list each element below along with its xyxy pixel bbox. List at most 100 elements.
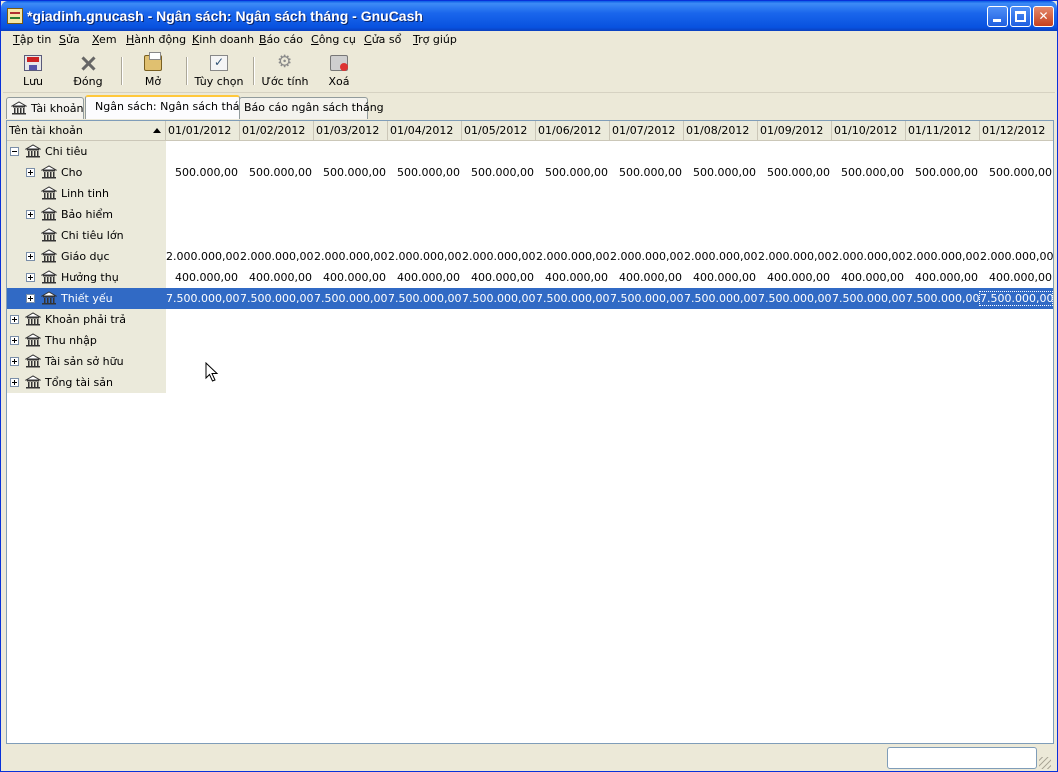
account-row[interactable]: Thu nhập <box>7 330 1053 351</box>
budget-amount-cell[interactable]: 2.000.000,00 <box>462 250 535 263</box>
expand-plus-icon[interactable] <box>26 252 35 261</box>
budget-amount-cell[interactable]: 400.000,00 <box>832 271 904 284</box>
budget-amount-cell[interactable]: 500.000,00 <box>832 166 904 179</box>
budget-amount-cell[interactable]: 2.000.000,00 <box>314 250 387 263</box>
budget-amount-cell[interactable]: 500.000,00 <box>388 166 460 179</box>
column-header-month[interactable]: 01/08/2012 <box>684 121 758 141</box>
budget-amount-cell[interactable]: 400.000,00 <box>758 271 830 284</box>
expand-plus-icon[interactable] <box>26 210 35 219</box>
gnucash-app-icon[interactable] <box>7 8 23 24</box>
budget-amount-cell[interactable]: 400.000,00 <box>240 271 312 284</box>
account-row[interactable]: Linh tinh <box>7 183 1053 204</box>
expand-plus-icon[interactable] <box>10 315 19 324</box>
title-bar[interactable]: *giadinh.gnucash - Ngân sách: Ngân sách … <box>1 1 1057 31</box>
menu-help[interactable]: Trợ giúp <box>413 33 457 46</box>
resize-grip-icon[interactable] <box>1039 757 1051 769</box>
open-button[interactable]: Mở <box>123 52 183 91</box>
menu-business[interactable]: Kinh doanh <box>192 33 254 46</box>
account-row[interactable]: Bảo hiểm <box>7 204 1053 225</box>
budget-amount-cell[interactable]: 2.000.000,00 <box>240 250 313 263</box>
maximize-button[interactable] <box>1010 6 1031 27</box>
budget-amount-cell[interactable]: 500.000,00 <box>684 166 756 179</box>
menu-reports[interactable]: Báo cáo <box>259 33 303 46</box>
budget-amount-cell[interactable]: 7.500.000,00 <box>388 292 461 305</box>
expand-plus-icon[interactable] <box>26 294 35 303</box>
budget-amount-cell[interactable]: 500.000,00 <box>536 166 608 179</box>
budget-amount-cell[interactable]: 7.500.000,00 <box>758 292 831 305</box>
budget-amount-cell[interactable]: 500.000,00 <box>166 166 238 179</box>
budget-amount-cell[interactable]: 2.000.000,00 <box>832 250 905 263</box>
budget-amount-cell[interactable]: 400.000,00 <box>536 271 608 284</box>
budget-amount-cell[interactable]: 2.000.000,00 <box>980 250 1053 263</box>
column-header-month[interactable]: 01/09/2012 <box>758 121 832 141</box>
column-header-month[interactable]: 01/06/2012 <box>536 121 610 141</box>
budget-amount-cell[interactable]: 7.500.000,00 <box>979 291 1053 306</box>
account-row[interactable]: Cho 500.000,00 500.000,00 500.000,00 500.000… <box>7 162 1053 183</box>
budget-tree-view[interactable]: Tên tài khoản 01/01/2012 01/02/2012 01/03/… <box>6 120 1054 744</box>
budget-amount-cell[interactable]: 7.500.000,00 <box>906 292 979 305</box>
menu-windows[interactable]: Cửa sổ <box>364 33 401 46</box>
budget-amount-cell[interactable]: 7.500.000,00 <box>536 292 609 305</box>
budget-amount-cell[interactable]: 500.000,00 <box>462 166 534 179</box>
collapse-minus-icon[interactable] <box>10 147 19 156</box>
budget-amount-cell[interactable]: 400.000,00 <box>462 271 534 284</box>
options-button[interactable]: Tùy chọn <box>189 53 249 91</box>
budget-amount-cell[interactable]: 500.000,00 <box>240 166 312 179</box>
column-header-month[interactable]: 01/02/2012 <box>240 121 314 141</box>
menu-tools[interactable]: Công cụ <box>311 33 356 46</box>
budget-amount-cell[interactable]: 500.000,00 <box>314 166 386 179</box>
expand-plus-icon[interactable] <box>10 357 19 366</box>
budget-amount-cell[interactable]: 2.000.000,00 <box>758 250 831 263</box>
column-header-month[interactable]: 01/04/2012 <box>388 121 462 141</box>
expand-plus-icon[interactable] <box>10 378 19 387</box>
account-row[interactable]: Tổng tài sản <box>7 372 1053 393</box>
budget-amount-cell[interactable]: 400.000,00 <box>980 271 1052 284</box>
account-row[interactable]: Chi tiêu <box>7 141 1053 162</box>
budget-amount-cell[interactable]: 7.500.000,00 <box>462 292 535 305</box>
account-row[interactable]: Hưởng thụ 400.000,00 400.000,00 400.000,00 4… <box>7 267 1053 288</box>
budget-amount-cell[interactable]: 400.000,00 <box>684 271 756 284</box>
budget-amount-cell[interactable]: 400.000,00 <box>388 271 460 284</box>
budget-amount-cell[interactable]: 7.500.000,00 <box>832 292 905 305</box>
save-button[interactable]: Lưu <box>3 53 63 91</box>
budget-amount-cell[interactable]: 2.000.000,00 <box>610 250 683 263</box>
menu-file[interactable]: Tập tin <box>13 33 51 46</box>
account-row[interactable]: Giáo dục 2.000.000,00 2.000.000,00 2.000.00… <box>7 246 1053 267</box>
budget-amount-cell[interactable]: 7.500.000,00 <box>166 292 239 305</box>
minimize-button[interactable] <box>987 6 1008 27</box>
budget-amount-cell[interactable]: 7.500.000,00 <box>314 292 387 305</box>
budget-amount-cell[interactable]: 2.000.000,00 <box>388 250 461 263</box>
delete-button[interactable]: Xoá <box>309 53 369 91</box>
column-header-month[interactable]: 01/01/2012 <box>166 121 240 141</box>
budget-amount-cell[interactable]: 500.000,00 <box>980 166 1052 179</box>
budget-amount-cell[interactable]: 2.000.000,00 <box>166 250 239 263</box>
account-row[interactable]: Tài sản sở hữu <box>7 351 1053 372</box>
expand-plus-icon[interactable] <box>10 336 19 345</box>
tab-budget[interactable]: Ngân sách: Ngân sách tháng <box>85 95 254 119</box>
expand-plus-icon[interactable] <box>26 168 35 177</box>
budget-amount-cell[interactable]: 7.500.000,00 <box>610 292 683 305</box>
budget-amount-cell[interactable]: 500.000,00 <box>758 166 830 179</box>
column-header-month[interactable]: 01/03/2012 <box>314 121 388 141</box>
tab-budget-report[interactable]: Báo cáo ngân sách tháng <box>239 97 384 119</box>
close-window-button[interactable]: ✕ <box>1033 6 1054 27</box>
budget-amount-cell[interactable]: 7.500.000,00 <box>240 292 313 305</box>
menu-edit[interactable]: Sửa <box>59 33 80 46</box>
menu-view[interactable]: Xem <box>92 33 117 46</box>
budget-amount-cell[interactable]: 400.000,00 <box>610 271 682 284</box>
budget-amount-cell[interactable]: 500.000,00 <box>906 166 978 179</box>
column-header-month[interactable]: 01/12/2012 <box>980 121 1053 141</box>
column-header-month[interactable]: 01/10/2012 <box>832 121 906 141</box>
budget-amount-cell[interactable]: 400.000,00 <box>906 271 978 284</box>
estimate-button[interactable]: Ước tính <box>255 52 315 91</box>
account-row[interactable]: Khoản phải trả <box>7 309 1053 330</box>
tab-accounts[interactable]: Tài khoản <box>6 97 84 119</box>
expand-plus-icon[interactable] <box>26 273 35 282</box>
budget-amount-cell[interactable]: 400.000,00 <box>166 271 238 284</box>
budget-amount-cell[interactable]: 2.000.000,00 <box>684 250 757 263</box>
column-header-month[interactable]: 01/05/2012 <box>462 121 536 141</box>
column-header-month[interactable]: 01/11/2012 <box>906 121 980 141</box>
menu-actions[interactable]: Hành động <box>126 33 186 46</box>
column-header-account-name[interactable]: Tên tài khoản <box>7 121 166 141</box>
account-row[interactable]: Chi tiêu lớn <box>7 225 1053 246</box>
